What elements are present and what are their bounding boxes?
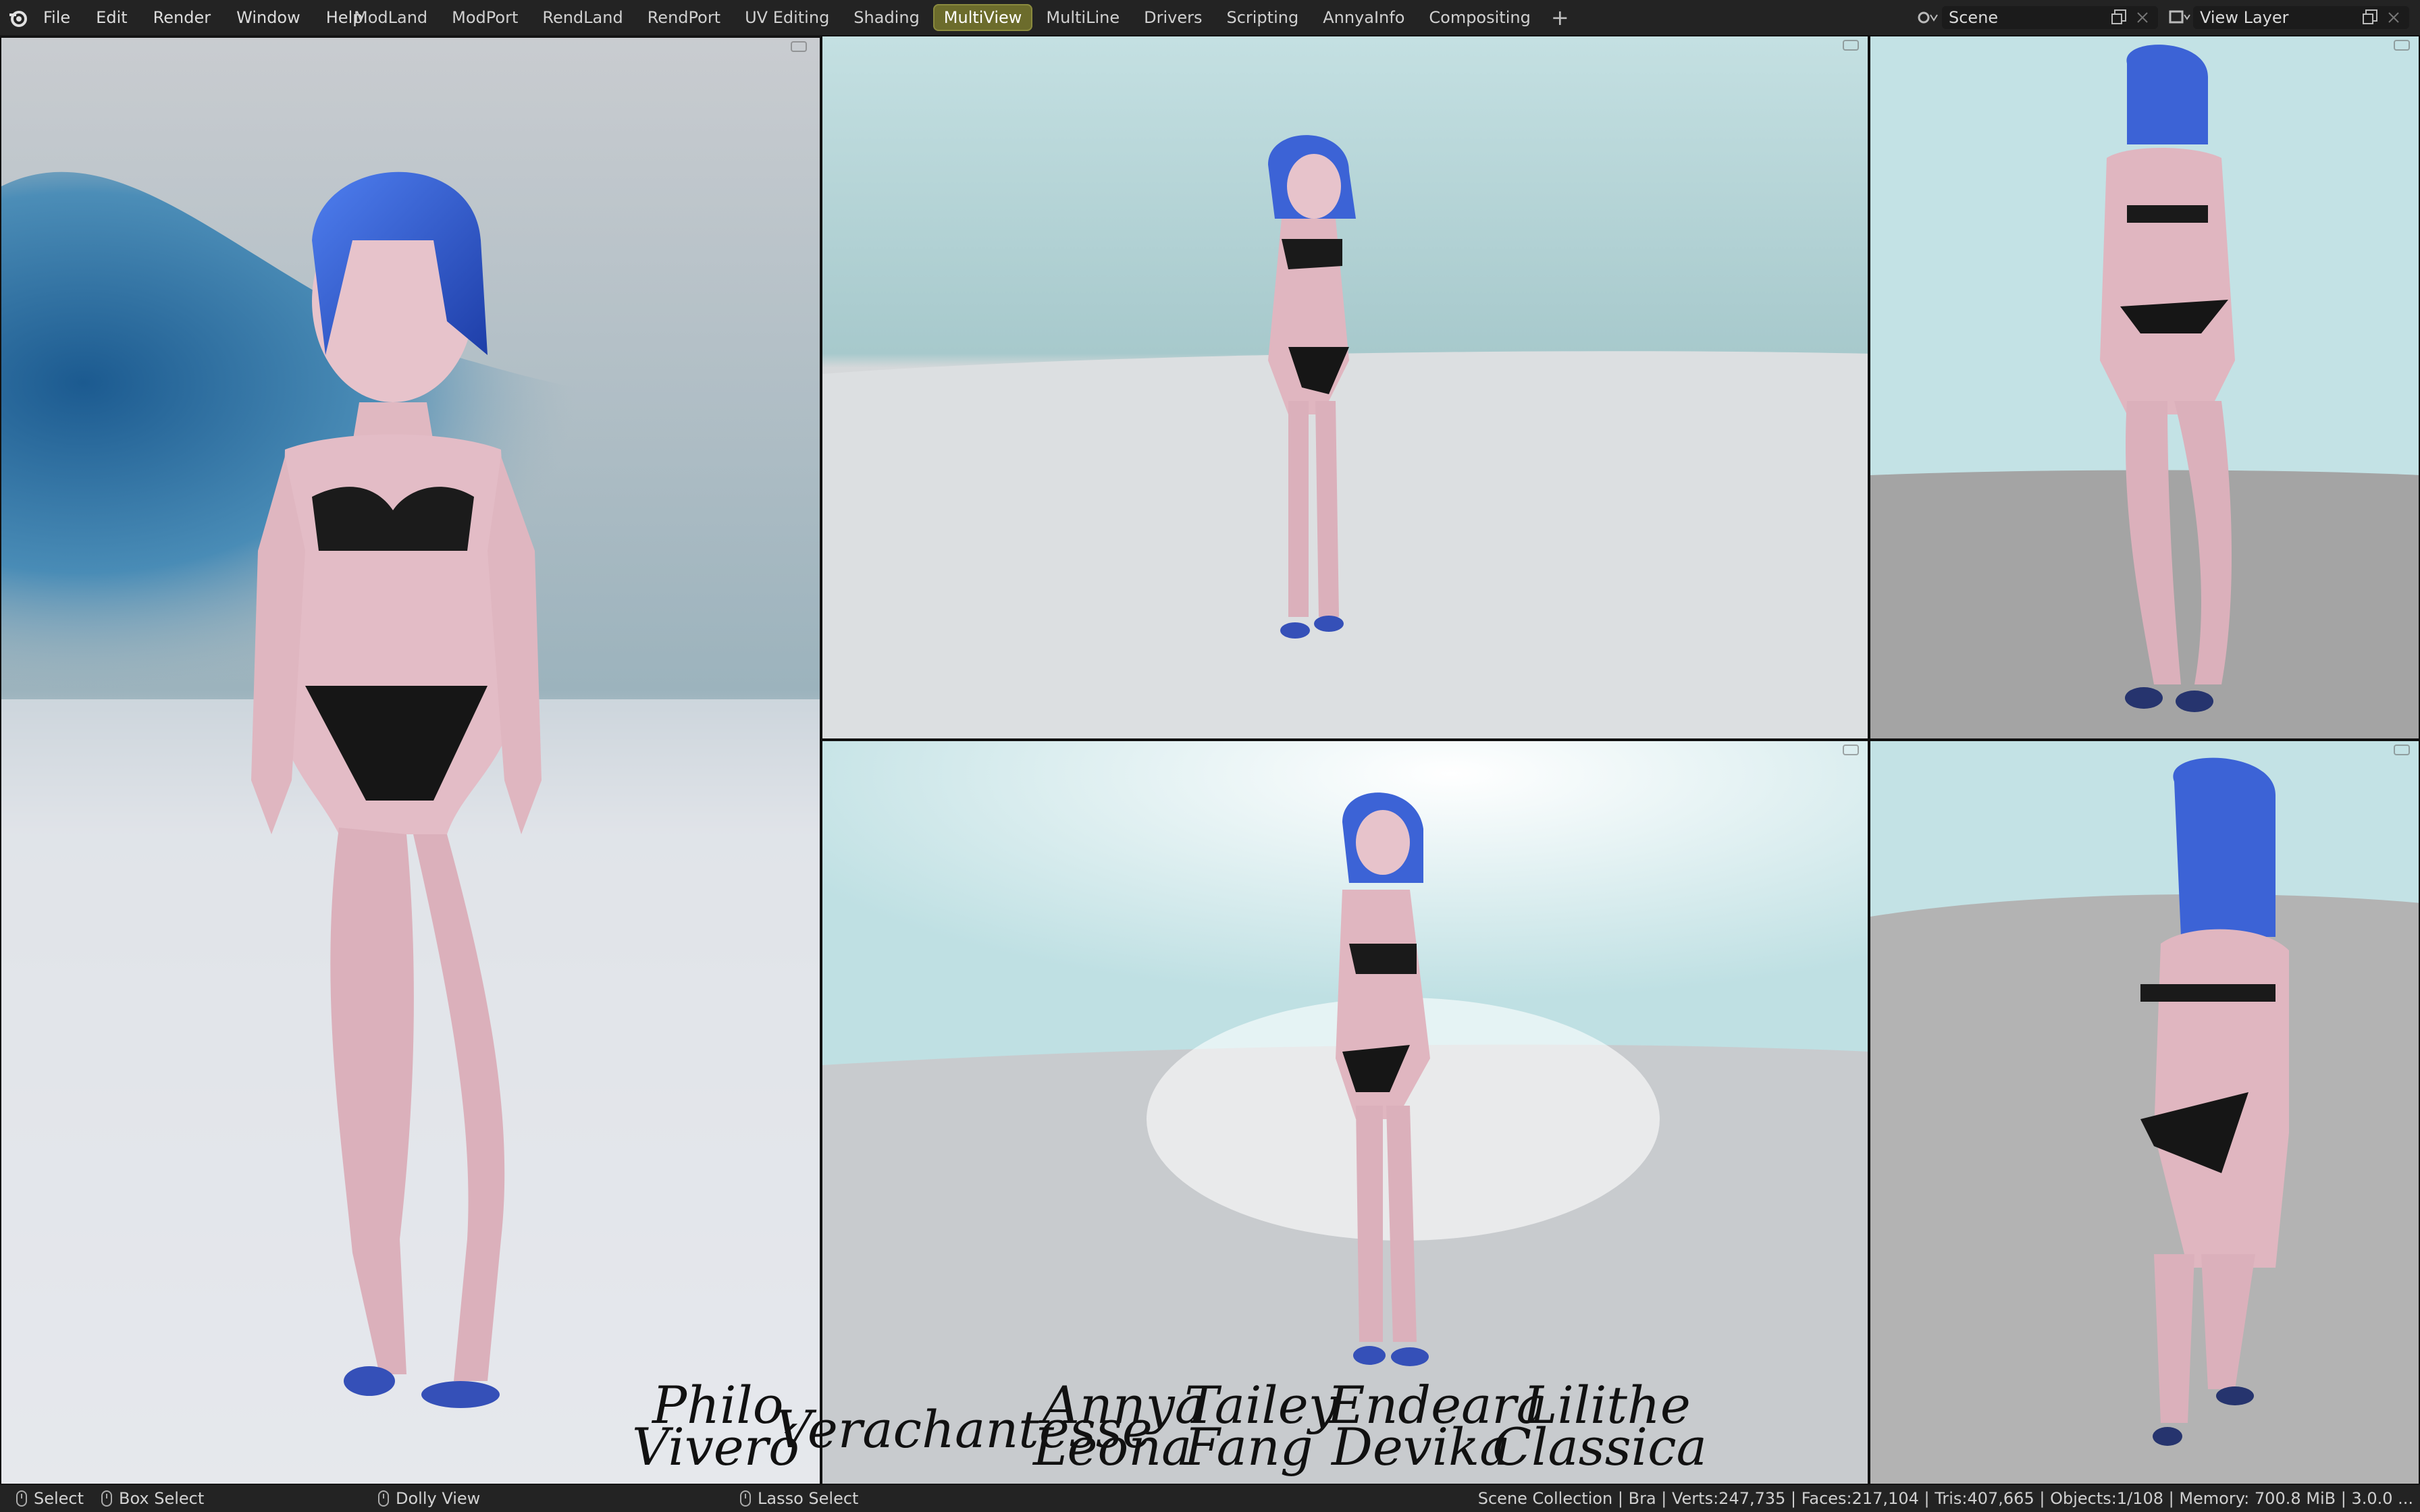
tab-scripting[interactable]: Scripting [1215,4,1309,31]
signature-classica: Classica [1492,1417,1707,1477]
status-lasso-select-label: Lasso Select [758,1489,859,1508]
status-dolly-view: Dolly View [378,1489,480,1508]
view-layer-field[interactable]: View Layer [2193,6,2409,29]
viewport-back-render [1870,36,2419,738]
tab-annyainfo[interactable]: AnnyaInfo [1312,4,1415,31]
status-lasso-select: Lasso Select [740,1489,858,1508]
tab-rendland[interactable]: RendLand [531,4,633,31]
tab-modport[interactable]: ModPort [441,4,529,31]
tab-rendport[interactable]: RendPort [637,4,731,31]
tab-multiline[interactable]: MultiLine [1035,4,1130,31]
menu-edit[interactable]: Edit [96,8,127,27]
menu-file[interactable]: File [43,8,70,27]
mouse-icon [378,1490,389,1507]
tab-modland[interactable]: ModLand [343,4,438,31]
scene-icon[interactable] [1915,7,1942,28]
scene-name: Scene [1949,8,1999,27]
status-bar: Select Box Select Dolly View Lasso Selec… [0,1484,2420,1512]
viewport-three-quarter-render [822,741,1868,1484]
copy-icon[interactable] [2111,9,2128,26]
signature-devika: Devika [1332,1417,1510,1477]
tab-multiview[interactable]: MultiView [932,4,1033,31]
blender-logo-icon[interactable] [7,7,28,28]
signature-fang: Fang [1184,1417,1313,1477]
menu-render[interactable]: Render [153,8,211,27]
scene-name-field[interactable]: Scene [1942,6,2158,29]
tab-compositing[interactable]: Compositing [1418,4,1541,31]
viewport-side-render [822,36,1868,738]
menu-window[interactable]: Window [236,8,300,27]
mouse-icon [740,1490,751,1507]
top-bar: File Edit Render Window Help ModLand Mod… [0,0,2420,36]
mouse-icon [101,1490,112,1507]
viewport-back-view[interactable] [1869,35,2420,740]
view-layer-name: View Layer [2200,8,2289,27]
status-dolly-view-label: Dolly View [396,1489,481,1508]
viewport-back-three-quarter-view[interactable] [1869,740,2420,1485]
main-menu: File Edit Render Window Help [43,0,388,35]
view-layer-selector[interactable]: View Layer [2166,4,2409,31]
status-box-select-label: Box Select [119,1489,205,1508]
viewport-back-three-quarter-render [1870,741,2419,1484]
signature-vivero: Viveró [632,1417,799,1477]
workspace-tabs: ModLand ModPort RendLand RendPort UV Edi… [343,4,1576,31]
viewport-front-render [1,38,820,1485]
add-workspace-button[interactable]: + [1544,5,1576,30]
status-select: Select [16,1489,84,1508]
viewport-side-view[interactable] [821,35,1869,740]
close-icon[interactable] [2385,9,2402,26]
status-select-label: Select [34,1489,84,1508]
viewport-front-closeup[interactable] [0,36,821,1486]
copy-icon[interactable] [2362,9,2379,26]
status-box-select: Box Select [101,1489,204,1508]
signature-leona: Leona [1033,1417,1192,1477]
tab-uv-editing[interactable]: UV Editing [734,4,840,31]
mouse-icon [16,1490,27,1507]
close-icon[interactable] [2134,9,2151,26]
scene-selector[interactable]: Scene [1915,4,2158,31]
scene-statistics: Scene Collection | Bra | Verts:247,735 |… [1477,1489,2413,1508]
tab-drivers[interactable]: Drivers [1133,4,1213,31]
view-layer-icon[interactable] [2166,7,2193,28]
viewport-three-quarter-view[interactable] [821,740,1869,1485]
tab-shading[interactable]: Shading [843,4,930,31]
